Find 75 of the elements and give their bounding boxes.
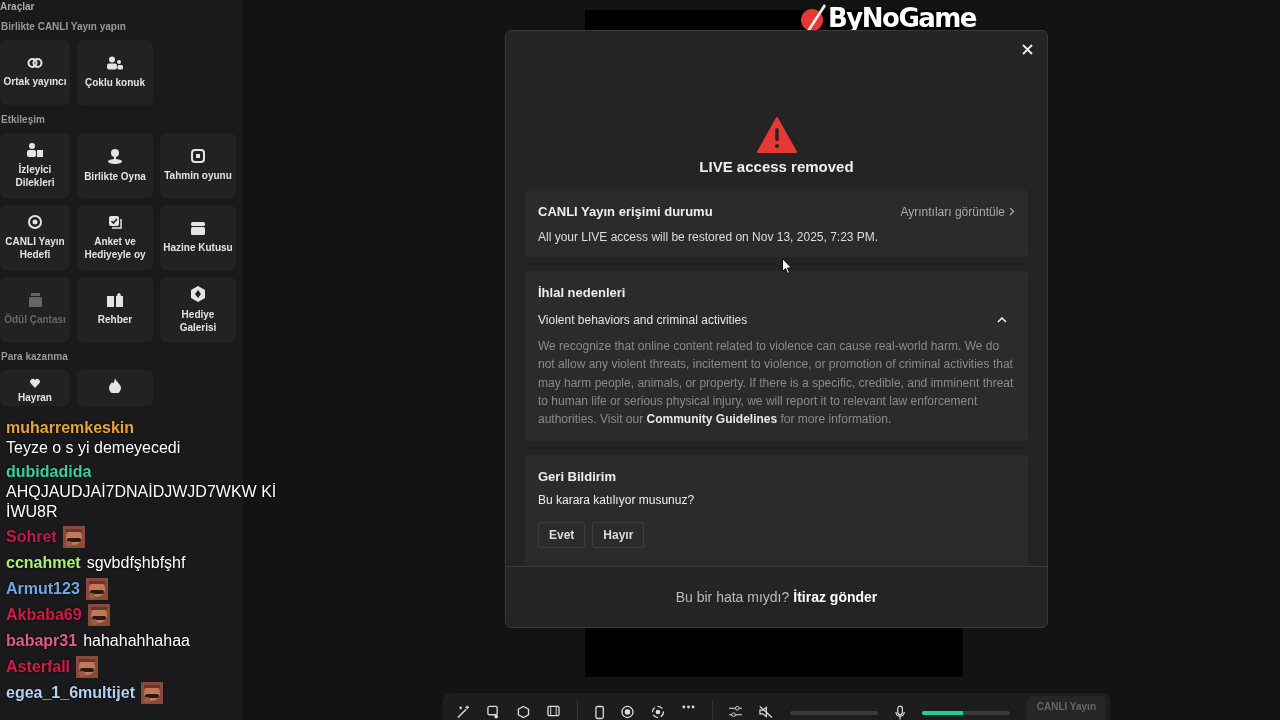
location-pin-icon <box>107 148 123 164</box>
phone-icon[interactable] <box>594 705 604 720</box>
record-icon[interactable] <box>620 705 634 719</box>
chat-username: Sohret <box>6 527 57 547</box>
tool-tile[interactable]: CANLI Yayın Hedefi <box>0 205 70 270</box>
chat-message: Teyze o s yi demeyecedi <box>6 438 181 458</box>
section-title: Birlikte CANLI Yayın yapın <box>1 21 127 32</box>
heart-icon <box>27 378 43 388</box>
chat-username: Armut123 <box>6 579 80 599</box>
tool-tile[interactable]: Anket ve Hediyeyle oy <box>77 205 153 270</box>
chat-username: Asterfall <box>6 657 71 677</box>
card-title: CANLI Yayın erişimi durumu <box>538 204 713 219</box>
tool-tile[interactable] <box>77 370 153 406</box>
chat-message: hahahahhahaa <box>83 631 190 651</box>
section-title: Para kazanma <box>1 351 69 362</box>
tool-tile[interactable]: Birlikte Oyna <box>77 133 153 198</box>
microphone-slider[interactable] <box>922 711 1010 715</box>
chat-message: sgvbdfşhbfşhf <box>86 553 186 573</box>
person-gift-icon <box>27 142 43 157</box>
tool-tile[interactable]: Rehber <box>77 277 153 342</box>
bag-icon <box>28 293 42 307</box>
tool-tile[interactable]: Hayran <box>0 370 70 406</box>
warning-icon <box>756 117 797 153</box>
magic-wand-icon[interactable] <box>457 705 470 719</box>
film-icon[interactable] <box>546 705 560 717</box>
checkbox-icon <box>108 214 122 229</box>
target-icon <box>28 214 42 229</box>
logo-text: ByNoGame <box>828 3 976 33</box>
appeal-link[interactable]: İtiraz gönder <box>793 589 878 605</box>
chat-username: muharremkeskin <box>6 418 135 438</box>
flame-icon <box>109 378 121 393</box>
camera-rotate-icon[interactable] <box>650 705 665 719</box>
violation-description: We recognize that online content related to violence can cause real-world harm. We do not allow any violent threats, incitement to violence, or promotion of criminal activities that may harm people, animals, or property. If there is a specific, credible, and imminent threat to human life or serious physical injury, we will report it to relevant law enforcement authorities. Visit our Community Guidelines for more information. <box>538 338 1015 429</box>
tool-tile[interactable]: İzleyici Dilekleri <box>0 133 70 198</box>
status-text: All your LIVE access will be restored on Nov 13, 2025, 7:23 PM. <box>538 230 880 244</box>
more-icon[interactable] <box>681 705 695 709</box>
tool-tile[interactable]: Hediye Galerisi <box>160 277 236 342</box>
close-button[interactable] <box>1020 42 1035 57</box>
feedback-question: Bu karara katılıyor musunuz? <box>538 493 696 508</box>
chevron-icon <box>997 317 1007 323</box>
tool-tile[interactable]: Hazine Kutusu <box>160 205 236 270</box>
speaker-muted-icon[interactable] <box>759 705 774 719</box>
book-icon <box>107 293 123 307</box>
tool-tile[interactable]: Tahmin oyunu <box>160 133 236 198</box>
chat-username: ccnahmet <box>6 553 81 573</box>
sliders-icon[interactable] <box>729 705 743 718</box>
dice-icon <box>191 149 205 163</box>
guidelines-link[interactable]: Community Guidelines <box>646 412 778 427</box>
chat-username: Akbaba69 <box>6 605 82 625</box>
section-title: Etkileşim <box>1 114 46 125</box>
answer-button[interactable]: Hayır <box>592 522 645 549</box>
microphone-icon[interactable] <box>894 705 906 720</box>
details-link[interactable]: Ayrıntıları görüntüle <box>900 204 1015 219</box>
link-icon <box>27 57 43 69</box>
tool-tile[interactable]: Çoklu konuk <box>77 40 153 105</box>
chat-message: AHQJAUDJAİ7DNAİDJWJD7WKW Kİ İWU8R <box>6 482 278 522</box>
chevron-right-icon <box>1009 207 1015 216</box>
ai-icon[interactable] <box>516 705 530 719</box>
card-title: Geri Bildirim <box>538 469 618 485</box>
chat-username: dubidadida <box>6 462 92 482</box>
gem-icon <box>190 285 206 302</box>
chat-username: babapr31 <box>6 631 78 651</box>
sidebar-title: Araçlar <box>0 1 36 12</box>
media-icon[interactable] <box>486 705 500 719</box>
answer-button[interactable]: Evet <box>538 522 586 549</box>
people-icon <box>107 56 123 70</box>
dialog-title: LIVE access removed <box>699 158 854 175</box>
chest-icon <box>191 221 205 235</box>
reason-toggle[interactable]: Violent behaviors and criminal activities <box>538 313 1015 327</box>
tool-tile[interactable]: Ortak yayıncı <box>0 40 70 105</box>
mouse-cursor-icon <box>782 258 792 274</box>
footer-text: Bu bir hata mıydı? <box>675 589 790 605</box>
card-title: İhlal nedenleri <box>538 285 627 300</box>
close-icon <box>1022 44 1033 55</box>
chat-username: egea_1_6multijet <box>6 683 135 703</box>
